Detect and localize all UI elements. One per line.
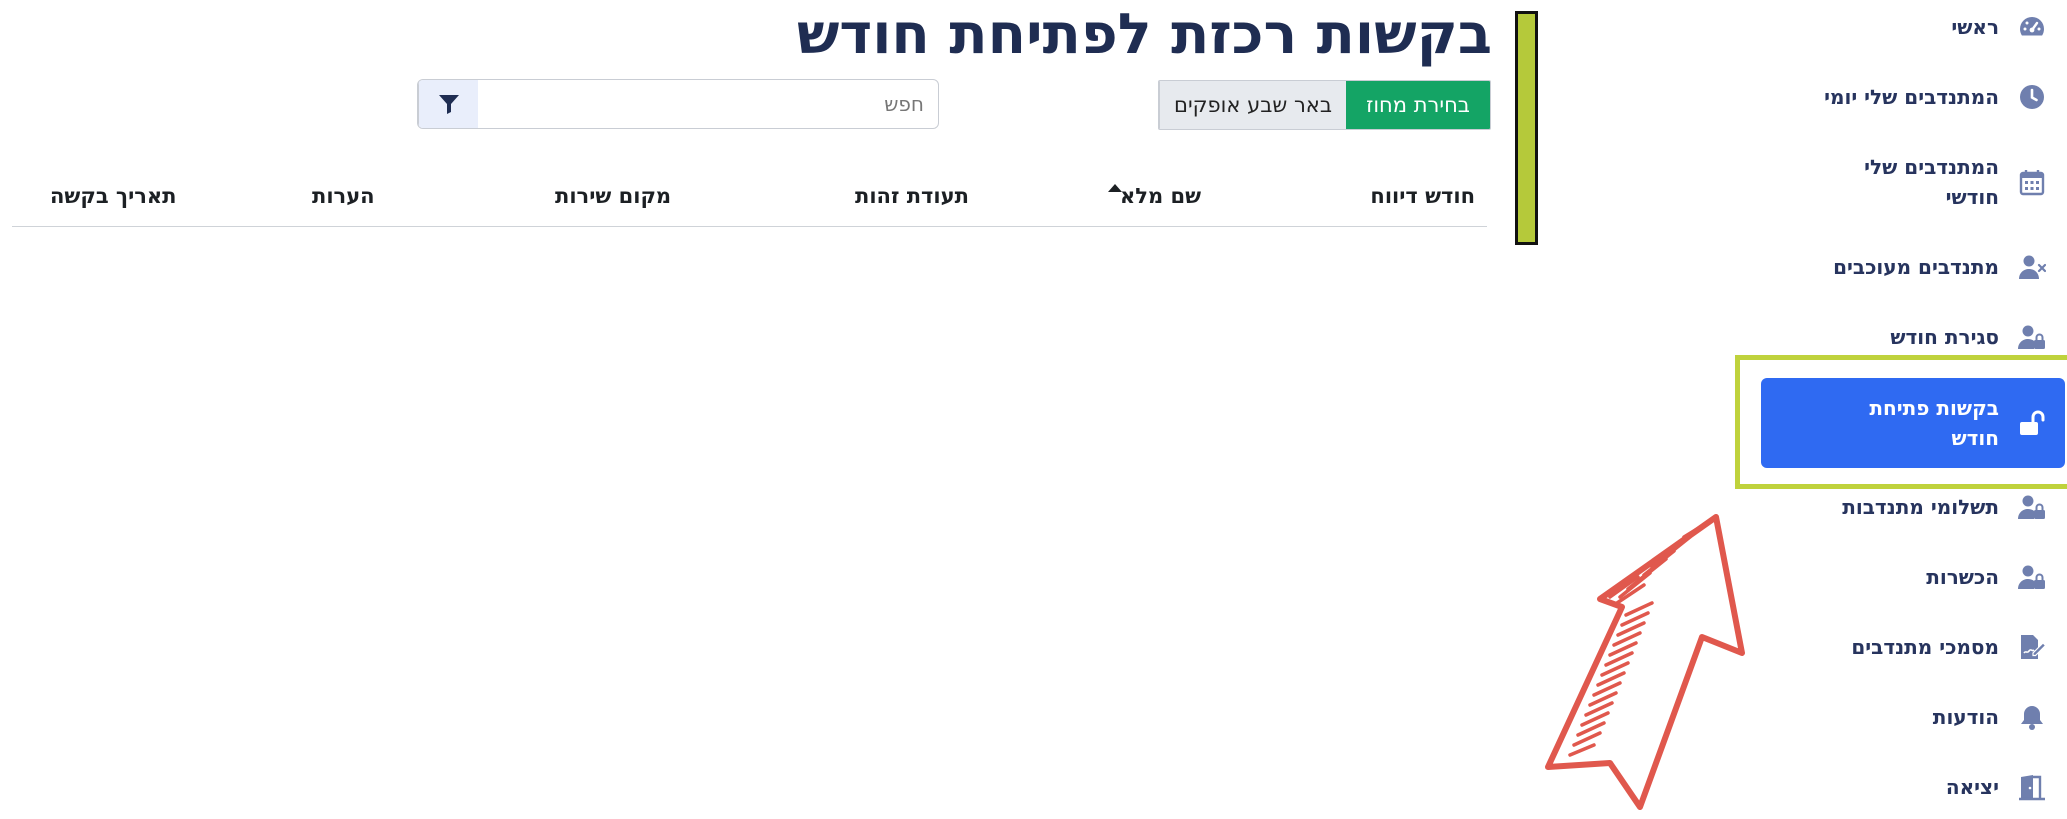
sidebar-item-delayed-volunteers[interactable]: מתנדבים מעוכבים <box>1732 252 2067 282</box>
sidebar-item-my-volunteers-monthly[interactable]: המתנדבים שלי חודשי <box>1732 152 2067 212</box>
district-toggle: בחירת מחוז באר שבע אופקים <box>1158 80 1491 130</box>
sidebar-item-label: תשלומי מתנדבות <box>1842 495 1999 519</box>
district-select-button[interactable]: בחירת מחוז <box>1346 81 1490 129</box>
column-header-full-name[interactable]: שם מלא <box>1120 184 1201 208</box>
sidebar-item-label: ראשי <box>1951 15 1999 39</box>
sidebar-item-label: יציאה <box>1945 775 1999 799</box>
sidebar: ראשי המתנדבים שלי יומי המתנדבים שלי חודש… <box>1732 0 2067 819</box>
filter-button[interactable] <box>418 80 478 128</box>
table-header: חודש דיווח שם מלא תעודת זהות מקום שירות … <box>12 174 1487 227</box>
dashboard-icon <box>2017 12 2047 42</box>
sidebar-item-label: מסמכי מתנדבים <box>1851 635 1999 659</box>
sidebar-item-label: סגירת חודש <box>1890 325 1999 349</box>
column-header-report-month[interactable]: חודש דיווח <box>1370 184 1475 208</box>
sidebar-item-volunteer-payments[interactable]: תשלומי מתנדבות <box>1732 492 2067 522</box>
sidebar-item-label: בקשות פתיחת חודש <box>1869 396 1999 450</box>
user-x-icon <box>2017 252 2047 282</box>
sidebar-item-month-opening-requests[interactable]: בקשות פתיחת חודש <box>1761 378 2065 468</box>
column-header-service-place[interactable]: מקום שירות <box>555 184 671 208</box>
search-input[interactable] <box>478 80 938 128</box>
sidebar-item-label: הודעות <box>1932 705 1999 729</box>
sidebar-item-home[interactable]: ראשי <box>1732 12 2067 42</box>
district-option-button[interactable]: באר שבע אופקים <box>1159 81 1346 129</box>
user-lock-icon <box>2017 322 2047 352</box>
sidebar-item-messages[interactable]: הודעות <box>1732 702 2067 732</box>
sidebar-item-volunteer-documents[interactable]: מסמכי מתנדבים <box>1732 632 2067 662</box>
annotation-arrow <box>1545 514 1745 810</box>
search-box <box>417 79 939 129</box>
column-header-request-date[interactable]: תאריך בקשה <box>50 184 177 208</box>
filter-icon <box>438 95 459 114</box>
sidebar-item-my-volunteers-daily[interactable]: המתנדבים שלי יומי <box>1732 82 2067 112</box>
sidebar-item-logout[interactable]: יציאה <box>1732 772 2067 802</box>
door-exit-icon <box>2017 772 2047 802</box>
sidebar-item-label: מתנדבים מעוכבים <box>1833 255 1999 279</box>
calendar-icon <box>2017 167 2047 197</box>
user-lock-icon <box>2017 492 2047 522</box>
user-lock-icon <box>2017 562 2047 592</box>
file-signature-icon <box>2017 632 2047 662</box>
sort-ascending-icon <box>1108 184 1122 192</box>
sidebar-item-label: הכשרות <box>1926 565 1999 589</box>
sidebar-item-label: המתנדבים שלי חודשי <box>1864 155 1999 209</box>
clock-icon <box>2017 82 2047 112</box>
page-title: בקשות רכזת לפתיחת חודש <box>796 2 1492 67</box>
column-header-id-number[interactable]: תעודת זהות <box>855 184 969 208</box>
column-header-notes[interactable]: הערות <box>312 184 375 208</box>
annotation-vertical-bar <box>1515 11 1538 245</box>
sidebar-item-trainings[interactable]: הכשרות <box>1732 562 2067 592</box>
bell-icon <box>2017 702 2047 732</box>
sidebar-item-label: המתנדבים שלי יומי <box>1824 85 1999 109</box>
unlock-icon <box>2017 408 2047 438</box>
sidebar-item-month-closing[interactable]: סגירת חודש <box>1732 322 2067 352</box>
